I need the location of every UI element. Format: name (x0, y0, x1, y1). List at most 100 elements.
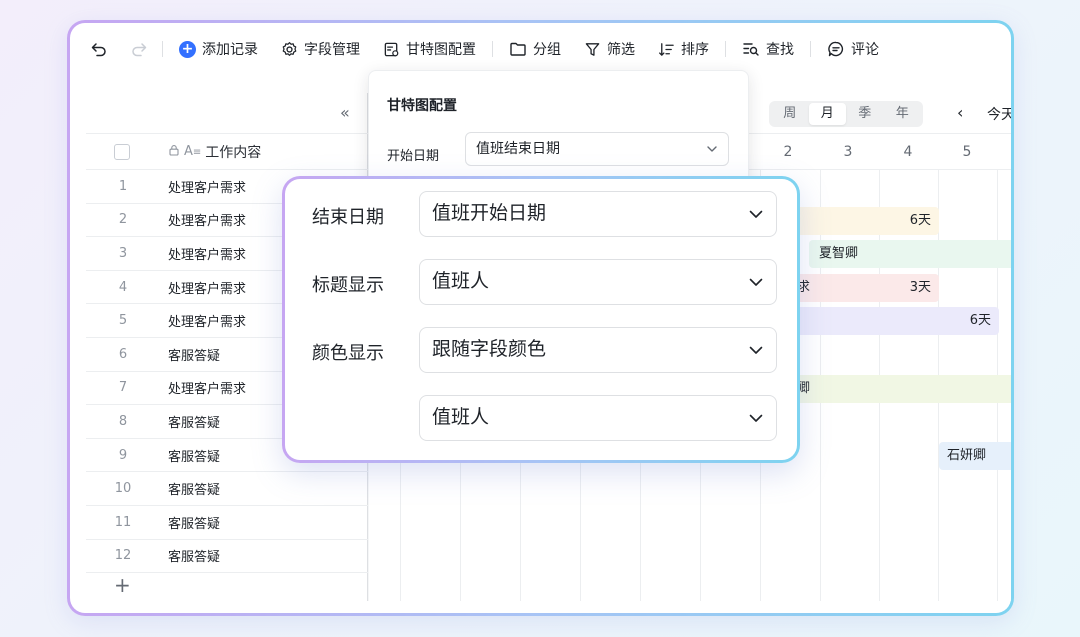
gantt-bar[interactable]: 石妍卿 (939, 442, 1011, 470)
gantt-bar[interactable]: 求 3天 (789, 274, 939, 302)
row-text: 客服答疑 (168, 415, 221, 431)
gantt-config-button[interactable]: 甘特图配置 (382, 39, 476, 59)
row-text: 处理客户需求 (168, 281, 247, 297)
gear-icon (280, 40, 298, 58)
start-date-value: 值班结束日期 (476, 141, 560, 157)
toolbar-divider (492, 41, 493, 57)
bar-label: 3天 (909, 280, 931, 295)
color-field-select[interactable]: 值班人 (419, 395, 777, 441)
column-title: 工作内容 (205, 144, 262, 161)
title-display-value: 值班人 (432, 270, 490, 292)
toolbar-divider (162, 41, 163, 57)
select-all-checkbox[interactable] (114, 143, 130, 160)
folder-icon (509, 40, 527, 58)
row-number: 3 (118, 245, 128, 261)
row-text: 客服答疑 (168, 348, 221, 364)
gantt-bar[interactable]: 6天 (789, 307, 999, 335)
row-number: 7 (118, 380, 128, 396)
toolbar: + 添加记录 字段管理 甘特图配置 分组 筛选 排序 查找 评论 (70, 23, 1011, 75)
start-date-label: 开始日期 (387, 149, 440, 164)
chevron-down-icon (748, 260, 764, 306)
toolbar-divider (810, 41, 811, 57)
row-text: 处理客户需求 (168, 247, 247, 263)
chevron-down-icon (748, 396, 764, 442)
chevron-down-icon (748, 192, 764, 238)
gantt-bar[interactable]: 夏智卿 (809, 240, 1011, 268)
gantt-bar[interactable]: 6天 (789, 207, 939, 235)
collapse-left-icon[interactable]: « (340, 103, 350, 122)
time-scale-switch: 周 月 季 年 (769, 101, 923, 127)
row-number: 2 (118, 212, 128, 228)
sort-button[interactable]: 排序 (657, 39, 709, 59)
table-row[interactable]: 12 客服答疑 (86, 540, 368, 574)
row-number: 10 (114, 481, 132, 497)
row-number: 11 (114, 514, 132, 530)
comment-button[interactable]: 评论 (827, 39, 879, 59)
redo-button[interactable] (130, 40, 148, 58)
grid-header: A≡ 工作内容 (86, 133, 368, 170)
gantt-config-icon (382, 40, 400, 58)
row-number: 12 (114, 548, 132, 564)
bar-label: 夏智卿 (819, 246, 859, 261)
row-text: 客服答疑 (168, 516, 221, 532)
title-display-label: 标题显示 (312, 275, 384, 296)
bar-label: 石妍卿 (947, 448, 987, 463)
find-button[interactable]: 查找 (742, 39, 794, 59)
day-label: 3 (843, 144, 853, 160)
row-text: 客服答疑 (168, 550, 221, 566)
add-row-button[interactable]: + (114, 573, 131, 597)
table-row[interactable]: 10 客服答疑 (86, 472, 368, 506)
sort-icon (657, 40, 675, 58)
row-text: 处理客户需求 (168, 214, 247, 230)
chevron-down-icon (706, 133, 718, 167)
start-date-select[interactable]: 值班结束日期 (465, 132, 729, 166)
chevron-left-icon[interactable]: ‹ (957, 103, 963, 122)
row-text: 处理客户需求 (168, 315, 247, 331)
config-zoom-panel: 结束日期 值班开始日期 标题显示 值班人 颜色显示 跟随字段颜色 值班人 (282, 176, 800, 463)
gantt-bar[interactable]: 卿 (789, 375, 1011, 403)
scale-season-option[interactable]: 季 (846, 103, 884, 125)
color-field-value: 值班人 (432, 406, 490, 428)
title-display-select[interactable]: 值班人 (419, 259, 777, 305)
panel-title: 甘特图配置 (387, 98, 457, 114)
comment-icon (827, 40, 845, 58)
row-text: 客服答疑 (168, 449, 221, 465)
bar-label: 6天 (969, 313, 991, 328)
row-number: 6 (118, 346, 128, 362)
scale-year-option[interactable]: 年 (884, 103, 922, 125)
group-button[interactable]: 分组 (509, 39, 561, 59)
filter-button[interactable]: 筛选 (583, 39, 635, 59)
end-date-select[interactable]: 值班开始日期 (419, 191, 777, 237)
lock-icon (168, 144, 180, 159)
chevron-down-icon (748, 328, 764, 374)
comment-label: 评论 (851, 42, 879, 58)
color-display-value: 跟随字段颜色 (432, 338, 547, 360)
day-label: 4 (903, 144, 913, 160)
today-button[interactable]: 今天 (987, 104, 1011, 124)
column-header-work-content[interactable]: A≡ 工作内容 (168, 142, 261, 162)
row-number: 4 (118, 279, 128, 295)
scale-month-option[interactable]: 月 (808, 103, 846, 125)
field-manage-button[interactable]: 字段管理 (280, 39, 360, 59)
color-display-select[interactable]: 跟随字段颜色 (419, 327, 777, 373)
add-record-label: 添加记录 (202, 42, 258, 58)
end-date-value: 值班开始日期 (432, 202, 547, 224)
find-label: 查找 (766, 42, 794, 58)
group-label: 分组 (533, 42, 561, 58)
undo-button[interactable] (90, 40, 108, 58)
toolbar-divider (725, 41, 726, 57)
add-record-button[interactable]: + 添加记录 (179, 39, 258, 59)
filter-icon (583, 40, 601, 58)
scale-week-option[interactable]: 周 (771, 103, 809, 125)
day-label: 5 (962, 144, 972, 160)
row-number: 5 (118, 313, 128, 329)
undo-icon (90, 40, 108, 58)
row-text: 处理客户需求 (168, 382, 247, 398)
text-field-icon: A≡ (184, 144, 202, 159)
gantt-config-panel: 甘特图配置 开始日期 值班结束日期 (368, 70, 749, 190)
day-label: 2 (783, 144, 793, 160)
color-display-label: 颜色显示 (312, 343, 384, 364)
bar-label: 6天 (909, 213, 931, 228)
filter-label: 筛选 (607, 42, 635, 58)
table-row[interactable]: 11 客服答疑 (86, 506, 368, 540)
